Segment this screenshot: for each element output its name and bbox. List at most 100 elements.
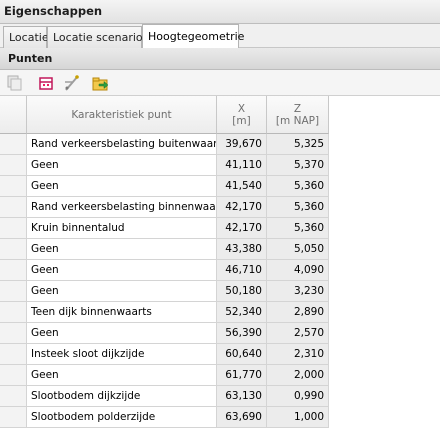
row-selector[interactable] xyxy=(0,155,27,176)
row-selector[interactable] xyxy=(0,260,27,281)
cell-x[interactable]: 61,770 xyxy=(217,365,267,386)
tab-strip: Locatie Locatie scenario's Hoogtegeometr… xyxy=(0,24,440,49)
table-row[interactable]: Geen 43,380 5,050 xyxy=(0,239,440,260)
row-selector[interactable] xyxy=(0,134,27,155)
row-empty-area xyxy=(329,197,440,218)
table-row[interactable]: Geen 41,540 5,360 xyxy=(0,176,440,197)
row-selector[interactable] xyxy=(0,281,27,302)
row-selector[interactable] xyxy=(0,386,27,407)
cell-x[interactable]: 41,540 xyxy=(217,176,267,197)
cell-karakteristiek-punt[interactable]: Slootbodem polderzijde xyxy=(27,407,217,428)
table-row[interactable]: Slootbodem polderzijde 63,690 1,000 xyxy=(0,407,440,428)
table-row[interactable]: Kruin binnentalud 42,170 5,360 xyxy=(0,218,440,239)
cell-karakteristiek-punt[interactable]: Geen xyxy=(27,239,217,260)
cell-karakteristiek-punt[interactable]: Rand verkeersbelasting binnenwaarts xyxy=(27,197,217,218)
cell-z[interactable]: 5,325 xyxy=(267,134,329,155)
cell-x[interactable]: 43,380 xyxy=(217,239,267,260)
cell-x[interactable]: 56,390 xyxy=(217,323,267,344)
row-selector[interactable] xyxy=(0,344,27,365)
cell-z[interactable]: 2,000 xyxy=(267,365,329,386)
cell-x[interactable]: 39,670 xyxy=(217,134,267,155)
row-empty-area xyxy=(329,260,440,281)
cell-z[interactable]: 4,090 xyxy=(267,260,329,281)
cell-x[interactable]: 63,130 xyxy=(217,386,267,407)
row-empty-area xyxy=(329,386,440,407)
row-selector[interactable] xyxy=(0,176,27,197)
row-empty-area xyxy=(329,302,440,323)
cell-karakteristiek-punt[interactable]: Kruin binnentalud xyxy=(27,218,217,239)
cell-z[interactable]: 5,370 xyxy=(267,155,329,176)
table-row[interactable]: Geen 61,770 2,000 xyxy=(0,365,440,386)
cell-x[interactable]: 42,170 xyxy=(217,218,267,239)
tab-locatie[interactable]: Locatie xyxy=(3,26,49,48)
row-empty-area xyxy=(329,365,440,386)
row-selector[interactable] xyxy=(0,218,27,239)
cell-karakteristiek-punt[interactable]: Geen xyxy=(27,260,217,281)
import-points-icon[interactable] xyxy=(36,73,56,93)
table-row[interactable]: Slootbodem dijkzijde 63,130 0,990 xyxy=(0,386,440,407)
row-selector[interactable] xyxy=(0,323,27,344)
export-icon[interactable] xyxy=(90,73,110,93)
copy-icon[interactable] xyxy=(5,73,25,93)
cell-z[interactable]: 5,360 xyxy=(267,176,329,197)
edit-geometry-icon[interactable] xyxy=(62,73,82,93)
tab-locatie-scenarios[interactable]: Locatie scenario's xyxy=(47,26,151,48)
column-header-karakteristiek-punt[interactable]: Karakteristiek punt xyxy=(27,96,217,134)
row-empty-area xyxy=(329,239,440,260)
cell-x[interactable]: 50,180 xyxy=(217,281,267,302)
cell-x[interactable]: 41,110 xyxy=(217,155,267,176)
cell-x[interactable]: 60,640 xyxy=(217,344,267,365)
cell-z[interactable]: 1,000 xyxy=(267,407,329,428)
table-row[interactable]: Geen 46,710 4,090 xyxy=(0,260,440,281)
cell-z[interactable]: 2,310 xyxy=(267,344,329,365)
cell-z[interactable]: 5,050 xyxy=(267,239,329,260)
cell-z[interactable]: 3,230 xyxy=(267,281,329,302)
cell-karakteristiek-punt[interactable]: Geen xyxy=(27,281,217,302)
cell-x[interactable]: 46,710 xyxy=(217,260,267,281)
cell-z[interactable]: 5,360 xyxy=(267,218,329,239)
table-row[interactable]: Insteek sloot dijkzijde 60,640 2,310 xyxy=(0,344,440,365)
toolbar xyxy=(0,70,440,96)
row-selector[interactable] xyxy=(0,302,27,323)
table-row[interactable]: Geen 56,390 2,570 xyxy=(0,323,440,344)
cell-z[interactable]: 5,360 xyxy=(267,197,329,218)
row-selector[interactable] xyxy=(0,407,27,428)
row-empty-area xyxy=(329,344,440,365)
cell-z[interactable]: 0,990 xyxy=(267,386,329,407)
section-header-punten: Punten xyxy=(0,48,440,70)
cell-karakteristiek-punt[interactable]: Geen xyxy=(27,365,217,386)
row-selector[interactable] xyxy=(0,239,27,260)
column-header-z-unit: [m NAP] xyxy=(275,115,320,127)
row-empty-area xyxy=(329,134,440,155)
row-selector[interactable] xyxy=(0,197,27,218)
table-row[interactable]: Geen 50,180 3,230 xyxy=(0,281,440,302)
column-header-z[interactable]: Z [m NAP] xyxy=(267,96,329,134)
points-table: Karakteristiek punt X [m] Z [m NAP] Rand… xyxy=(0,96,440,428)
cell-x[interactable]: 42,170 xyxy=(217,197,267,218)
cell-karakteristiek-punt[interactable]: Insteek sloot dijkzijde xyxy=(27,344,217,365)
column-header-x[interactable]: X [m] xyxy=(217,96,267,134)
table-row[interactable]: Rand verkeersbelasting buitenwaarts 39,67… xyxy=(0,134,440,155)
cell-karakteristiek-punt[interactable]: Geen xyxy=(27,323,217,344)
row-empty-area xyxy=(329,323,440,344)
tab-hoogtegeometrie[interactable]: Hoogtegeometrie xyxy=(142,24,244,49)
cell-karakteristiek-punt[interactable]: Geen xyxy=(27,176,217,197)
column-header-x-unit: [m] xyxy=(232,115,251,127)
row-empty-area xyxy=(329,155,440,176)
cell-karakteristiek-punt[interactable]: Teen dijk binnenwaarts xyxy=(27,302,217,323)
table-row[interactable]: Geen 41,110 5,370 xyxy=(0,155,440,176)
row-selector-header[interactable] xyxy=(0,96,27,134)
cell-z[interactable]: 2,570 xyxy=(267,323,329,344)
cell-karakteristiek-punt[interactable]: Slootbodem dijkzijde xyxy=(27,386,217,407)
row-empty-area xyxy=(329,176,440,197)
table-row[interactable]: Teen dijk binnenwaarts 52,340 2,890 xyxy=(0,302,440,323)
row-selector[interactable] xyxy=(0,365,27,386)
cell-karakteristiek-punt[interactable]: Geen xyxy=(27,155,217,176)
table-row[interactable]: Rand verkeersbelasting binnenwaarts 42,17… xyxy=(0,197,440,218)
cell-x[interactable]: 52,340 xyxy=(217,302,267,323)
cell-x[interactable]: 63,690 xyxy=(217,407,267,428)
cell-karakteristiek-punt[interactable]: Rand verkeersbelasting buitenwaarts xyxy=(27,134,217,155)
cell-z[interactable]: 2,890 xyxy=(267,302,329,323)
panel-title: Eigenschappen xyxy=(0,0,440,24)
row-empty-area xyxy=(329,218,440,239)
